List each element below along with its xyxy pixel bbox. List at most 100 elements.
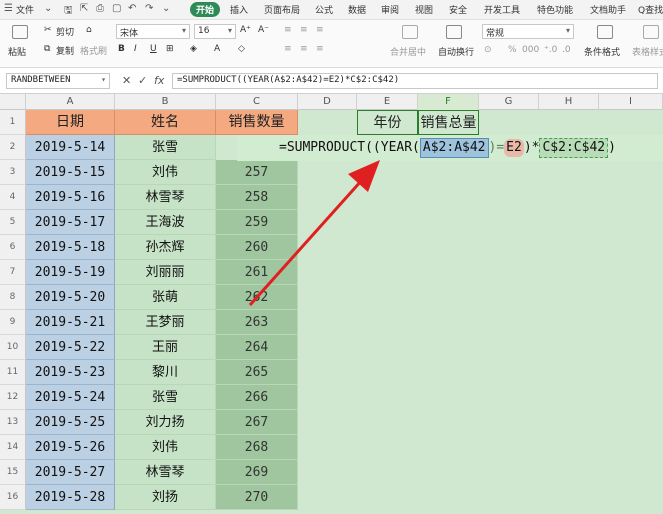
- name-cell[interactable]: 刘伟: [115, 435, 216, 460]
- fill-color-icon[interactable]: ◈: [190, 44, 197, 54]
- cut-icon[interactable]: ✂: [44, 25, 52, 35]
- merge-center-icon[interactable]: [402, 25, 418, 39]
- cancel-icon[interactable]: ✕: [122, 74, 131, 87]
- row-header[interactable]: 1: [0, 110, 26, 135]
- font-grow-button[interactable]: A⁺: [240, 25, 251, 35]
- italic-button[interactable]: I: [134, 44, 137, 54]
- date-cell[interactable]: 2019-5-25: [26, 410, 115, 435]
- date-cell[interactable]: 2019-5-18: [26, 235, 115, 260]
- quantity-cell[interactable]: 268: [216, 435, 298, 460]
- column-header-b[interactable]: B: [115, 94, 216, 110]
- quantity-cell[interactable]: 269: [216, 460, 298, 485]
- quantity-cell[interactable]: 264: [216, 335, 298, 360]
- align-center-icon[interactable]: ≡: [300, 44, 308, 54]
- formula-input[interactable]: =SUMPRODUCT((YEAR(A$2:A$42)=E2)*C$2:C$42…: [172, 73, 658, 89]
- tab-home[interactable]: 开始: [190, 2, 221, 17]
- name-cell[interactable]: 黎川: [115, 360, 216, 385]
- align-top-icon[interactable]: ≡: [284, 25, 292, 35]
- format-painter-button[interactable]: 格式刷: [80, 44, 107, 57]
- date-cell[interactable]: 2019-5-16: [26, 185, 115, 210]
- row-header[interactable]: 15: [0, 460, 26, 485]
- paste-icon[interactable]: [12, 25, 28, 39]
- table-style-button[interactable]: 表格样式: [632, 45, 663, 58]
- name-cell[interactable]: 王丽: [115, 335, 216, 360]
- date-cell[interactable]: 2019-5-27: [26, 460, 115, 485]
- tab-features[interactable]: 特色功能: [537, 3, 573, 16]
- column-header-c[interactable]: C: [216, 94, 298, 110]
- percent-button[interactable]: %: [508, 45, 517, 55]
- name-cell[interactable]: 孙杰辉: [115, 235, 216, 260]
- name-cell[interactable]: 刘伟: [115, 160, 216, 185]
- spreadsheet-grid[interactable]: 1 日期 姓名 销售数量 年份 销售总量 2 2019-5-14 张雪 3 2019-5…: [0, 110, 663, 514]
- increase-decimal-icon[interactable]: ⁺.0: [544, 45, 557, 55]
- hamburger-icon[interactable]: ☰: [4, 3, 13, 14]
- align-middle-icon[interactable]: ≡: [300, 25, 308, 35]
- border-icon[interactable]: ⊞: [166, 44, 174, 54]
- redo-icon[interactable]: ↷: [145, 3, 153, 14]
- clear-format-icon[interactable]: ◇: [238, 44, 245, 54]
- quantity-cell[interactable]: 261: [216, 260, 298, 285]
- name-cell[interactable]: 刘丽丽: [115, 260, 216, 285]
- align-bottom-icon[interactable]: ≡: [316, 25, 324, 35]
- row-header[interactable]: 4: [0, 185, 26, 210]
- row-header[interactable]: 9: [0, 310, 26, 335]
- chevron-down-icon[interactable]: ⌄: [44, 3, 52, 14]
- tab-page-layout[interactable]: 页面布局: [264, 3, 300, 16]
- date-cell[interactable]: 2019-5-17: [26, 210, 115, 235]
- quantity-cell[interactable]: 257: [216, 160, 298, 185]
- row-header[interactable]: 14: [0, 435, 26, 460]
- quantity-cell[interactable]: 270: [216, 485, 298, 510]
- row-header[interactable]: 8: [0, 285, 26, 310]
- name-box[interactable]: RANDBETWEEN ▾: [6, 73, 110, 89]
- row-header[interactable]: 6: [0, 235, 26, 260]
- row-header[interactable]: 13: [0, 410, 26, 435]
- column-header-i[interactable]: I: [599, 94, 663, 110]
- conditional-format-icon[interactable]: [597, 25, 613, 39]
- header-cell-quantity[interactable]: 销售数量: [216, 110, 298, 135]
- tab-formulas[interactable]: 公式: [315, 3, 333, 16]
- tab-doc-assistant[interactable]: 文档助手: [590, 3, 626, 16]
- search-button[interactable]: Q查找: [638, 3, 663, 16]
- name-cell[interactable]: 林雪琴: [115, 185, 216, 210]
- bold-button[interactable]: B: [118, 44, 125, 54]
- date-cell[interactable]: 2019-5-22: [26, 335, 115, 360]
- cell-formula-editor[interactable]: =SUMPRODUCT((YEAR(A$2:A$42)= E2)* C$2:C$42…: [237, 135, 663, 161]
- undo-icon[interactable]: ↶: [128, 3, 136, 14]
- font-size-select[interactable]: 16 ▾: [194, 24, 236, 39]
- fx-icon[interactable]: fx: [154, 74, 164, 87]
- date-cell[interactable]: 2019-5-23: [26, 360, 115, 385]
- header-cell-year[interactable]: 年份: [357, 110, 418, 135]
- thousands-button[interactable]: 000: [522, 45, 539, 55]
- row-header[interactable]: 16: [0, 485, 26, 510]
- wrap-text-button[interactable]: 自动换行: [438, 45, 474, 58]
- quantity-cell[interactable]: 266: [216, 385, 298, 410]
- date-cell[interactable]: 2019-5-15: [26, 160, 115, 185]
- table-style-icon[interactable]: [643, 25, 659, 39]
- merge-center-button[interactable]: 合并居中: [390, 45, 426, 58]
- date-cell[interactable]: 2019-5-28: [26, 485, 115, 510]
- header-cell-name[interactable]: 姓名: [115, 110, 216, 135]
- tab-view[interactable]: 视图: [415, 3, 433, 16]
- paste-button[interactable]: 粘贴: [8, 45, 26, 58]
- font-color-icon[interactable]: A: [214, 44, 220, 54]
- currency-icon[interactable]: ⊙: [484, 45, 492, 55]
- date-cell[interactable]: 2019-5-20: [26, 285, 115, 310]
- header-cell-date[interactable]: 日期: [26, 110, 115, 135]
- quantity-cell[interactable]: 258: [216, 185, 298, 210]
- row-header[interactable]: 12: [0, 385, 26, 410]
- row-header[interactable]: 5: [0, 210, 26, 235]
- date-cell[interactable]: 2019-5-24: [26, 385, 115, 410]
- row-header[interactable]: 11: [0, 360, 26, 385]
- date-cell[interactable]: 2019-5-26: [26, 435, 115, 460]
- preview-icon[interactable]: ▢: [112, 3, 121, 14]
- underline-button[interactable]: U: [150, 44, 157, 54]
- tab-insert[interactable]: 插入: [230, 3, 248, 16]
- export-icon[interactable]: ⇱: [80, 3, 88, 14]
- name-cell[interactable]: 王海波: [115, 210, 216, 235]
- quantity-cell[interactable]: 259: [216, 210, 298, 235]
- row-header[interactable]: 10: [0, 335, 26, 360]
- quantity-cell[interactable]: 265: [216, 360, 298, 385]
- align-left-icon[interactable]: ≡: [284, 44, 292, 54]
- name-cell[interactable]: 张雪: [115, 135, 216, 160]
- name-cell[interactable]: 林雪琴: [115, 460, 216, 485]
